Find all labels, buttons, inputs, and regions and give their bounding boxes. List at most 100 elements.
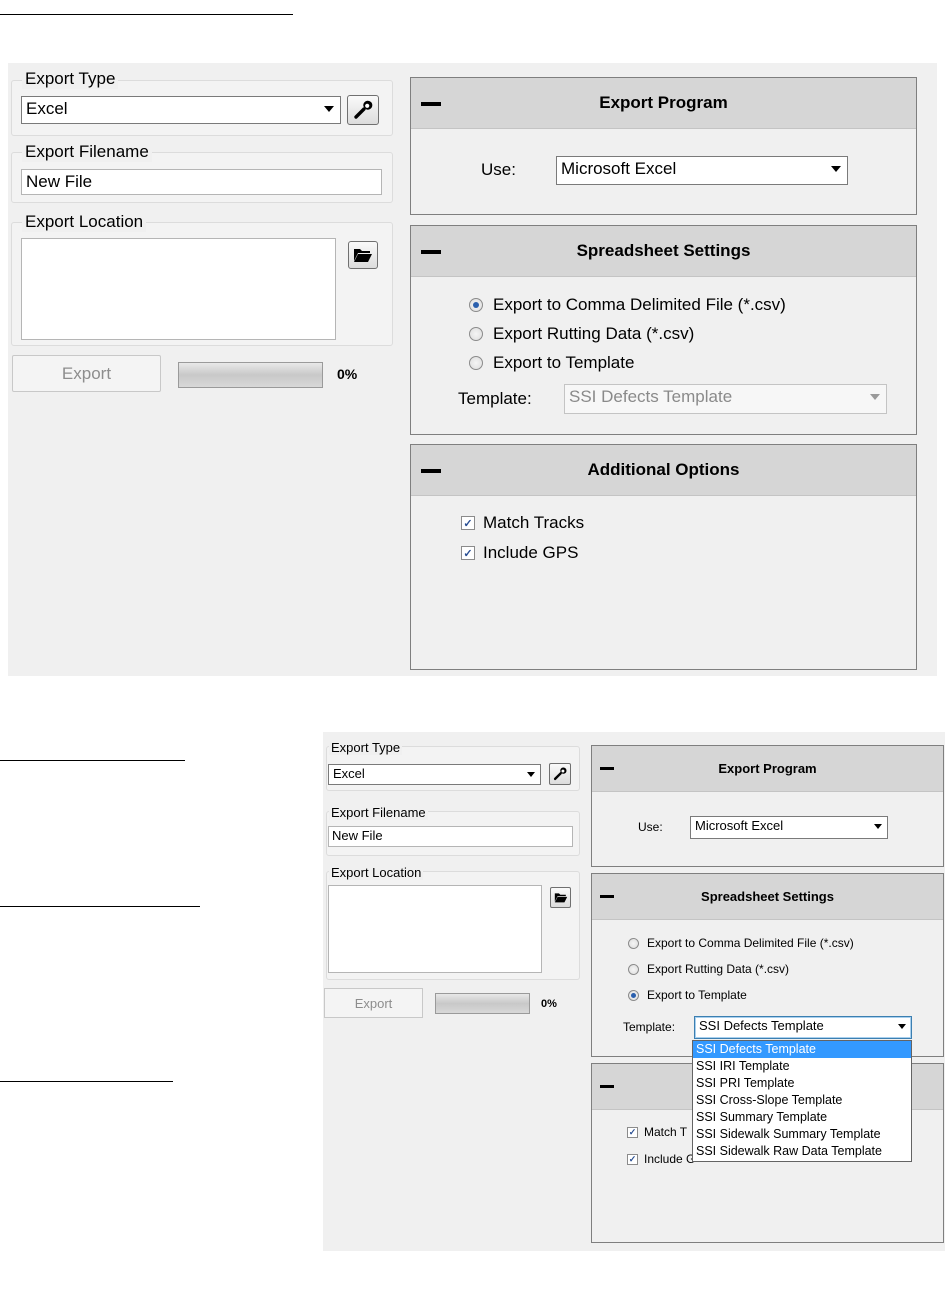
match-tracks-label: Match T — [644, 1125, 688, 1139]
checkbox-checked-icon[interactable]: ✓ — [627, 1153, 638, 1165]
folder-open-icon — [554, 893, 567, 903]
export-program-header[interactable]: Export Program — [592, 746, 943, 792]
include-gps-label: Include GPS — [483, 543, 579, 562]
export-type-select[interactable]: Excel — [328, 764, 541, 785]
radio-button-icon[interactable] — [469, 298, 483, 312]
left-rule-1 — [0, 760, 185, 761]
spreadsheet-settings-title: Spreadsheet Settings — [701, 889, 834, 904]
template-label: Template: — [623, 1020, 676, 1034]
spreadsheet-settings-header[interactable]: Spreadsheet Settings — [592, 874, 943, 920]
additional-options-header[interactable]: Additional Options — [411, 445, 916, 496]
template-select[interactable]: SSI Defects Template — [694, 1016, 912, 1039]
template-select-value: SSI Defects Template — [699, 1018, 824, 1033]
radio-option-rutting[interactable]: Export Rutting Data (*.csv) — [628, 962, 789, 976]
template-select-value: SSI Defects Template — [569, 387, 733, 406]
spreadsheet-settings-panel: Spreadsheet Settings Export to Comma Del… — [410, 225, 917, 435]
spreadsheet-settings-panel: Spreadsheet Settings Export to Comma Del… — [591, 873, 944, 1057]
radio-button-icon[interactable] — [469, 356, 483, 370]
export-program-value: Microsoft Excel — [695, 818, 784, 833]
export-program-title: Export Program — [599, 93, 728, 112]
export-filename-input[interactable]: New File — [328, 826, 573, 847]
export-location-input[interactable] — [328, 885, 542, 973]
export-progress-bar — [178, 362, 323, 388]
chevron-down-icon — [527, 772, 535, 777]
export-location-input[interactable] — [21, 238, 336, 340]
export-type-value: Excel — [26, 99, 68, 118]
spreadsheet-settings-header[interactable]: Spreadsheet Settings — [411, 226, 916, 277]
chevron-down-icon — [324, 106, 334, 112]
radio-option-rutting-label: Export Rutting Data (*.csv) — [647, 962, 790, 976]
export-type-label: Export Type — [329, 740, 403, 755]
export-filename-input[interactable]: New File — [21, 169, 382, 195]
export-button[interactable]: Export — [12, 355, 161, 392]
left-rule-2 — [0, 906, 200, 907]
template-option[interactable]: SSI Sidewalk Summary Template — [693, 1126, 911, 1143]
template-option[interactable]: SSI Cross-Slope Template — [693, 1092, 911, 1109]
export-location-label: Export Location — [22, 212, 147, 232]
browse-folder-button[interactable] — [550, 887, 571, 908]
match-tracks-checkbox[interactable]: ✓ Match Tracks — [461, 513, 584, 533]
collapse-icon[interactable] — [600, 1085, 614, 1088]
template-option[interactable]: SSI Defects Template — [693, 1041, 911, 1058]
match-tracks-checkbox[interactable]: ✓ Match T — [627, 1125, 687, 1139]
radio-option-csv-label: Export to Comma Delimited File (*.csv) — [493, 295, 786, 314]
left-rule-3 — [0, 1081, 173, 1082]
chevron-down-icon — [898, 1024, 906, 1029]
browse-folder-button[interactable] — [348, 241, 378, 269]
additional-options-panel: Additional Options ✓ Match Tracks ✓ Incl… — [410, 444, 917, 670]
radio-option-template[interactable]: Export to Template — [469, 353, 634, 373]
include-gps-checkbox[interactable]: ✓ Include G — [627, 1152, 695, 1166]
radio-button-icon[interactable] — [628, 989, 639, 1001]
radio-option-template[interactable]: Export to Template — [628, 988, 747, 1002]
checkbox-checked-icon[interactable]: ✓ — [627, 1126, 638, 1138]
export-program-select[interactable]: Microsoft Excel — [556, 156, 848, 185]
include-gps-checkbox[interactable]: ✓ Include GPS — [461, 543, 578, 563]
template-option[interactable]: SSI PRI Template — [693, 1075, 911, 1092]
include-gps-label: Include G — [644, 1152, 696, 1166]
template-label: Template: — [458, 389, 532, 408]
radio-button-icon[interactable] — [628, 963, 639, 975]
radio-option-rutting[interactable]: Export Rutting Data (*.csv) — [469, 324, 694, 344]
checkbox-checked-icon[interactable]: ✓ — [461, 516, 475, 530]
export-button[interactable]: Export — [324, 988, 423, 1018]
export-type-settings-button[interactable] — [549, 763, 571, 785]
template-select[interactable]: SSI Defects Template — [564, 384, 887, 414]
export-program-value: Microsoft Excel — [561, 159, 677, 178]
export-dialog-screenshot-2: Export Type Excel Export Filename New Fi… — [323, 732, 945, 1251]
export-filename-label: Export Filename — [22, 142, 152, 162]
export-program-panel: Export Program Use: Microsoft Excel — [591, 745, 944, 867]
checkbox-checked-icon[interactable]: ✓ — [461, 546, 475, 560]
radio-option-csv[interactable]: Export to Comma Delimited File (*.csv) — [628, 936, 854, 950]
use-label: Use: — [638, 820, 663, 834]
export-progress-percent: 0% — [541, 998, 557, 1010]
template-option[interactable]: SSI Summary Template — [693, 1109, 911, 1126]
export-type-value: Excel — [333, 766, 365, 781]
radio-button-icon[interactable] — [628, 937, 639, 949]
template-dropdown-list[interactable]: SSI Defects Template SSI IRI Template SS… — [692, 1040, 912, 1162]
additional-options-title: Additional Options — [587, 460, 740, 479]
spreadsheet-settings-title: Spreadsheet Settings — [576, 241, 751, 260]
radio-option-template-label: Export to Template — [647, 988, 747, 1002]
export-type-settings-button[interactable] — [347, 95, 379, 125]
wrench-icon — [553, 767, 567, 781]
export-progress-bar — [435, 993, 530, 1014]
export-filename-label: Export Filename — [329, 805, 428, 820]
radio-button-icon[interactable] — [469, 327, 483, 341]
export-location-label: Export Location — [329, 865, 424, 880]
export-progress-percent: 0% — [337, 366, 358, 382]
export-program-header[interactable]: Export Program — [411, 78, 916, 129]
use-label: Use: — [481, 160, 516, 179]
chevron-down-icon — [870, 394, 880, 400]
radio-option-csv[interactable]: Export to Comma Delimited File (*.csv) — [469, 295, 786, 315]
radio-option-rutting-label: Export Rutting Data (*.csv) — [493, 324, 695, 343]
export-program-select[interactable]: Microsoft Excel — [690, 816, 888, 839]
chevron-down-icon — [831, 166, 841, 172]
export-type-select[interactable]: Excel — [21, 96, 341, 124]
chevron-down-icon — [874, 824, 882, 829]
radio-selected-dot — [631, 992, 636, 998]
export-program-panel: Export Program Use: Microsoft Excel — [410, 77, 917, 215]
export-type-label: Export Type — [22, 69, 119, 89]
wrench-icon — [354, 100, 373, 119]
template-option[interactable]: SSI Sidewalk Raw Data Template — [693, 1143, 911, 1160]
template-option[interactable]: SSI IRI Template — [693, 1058, 911, 1075]
